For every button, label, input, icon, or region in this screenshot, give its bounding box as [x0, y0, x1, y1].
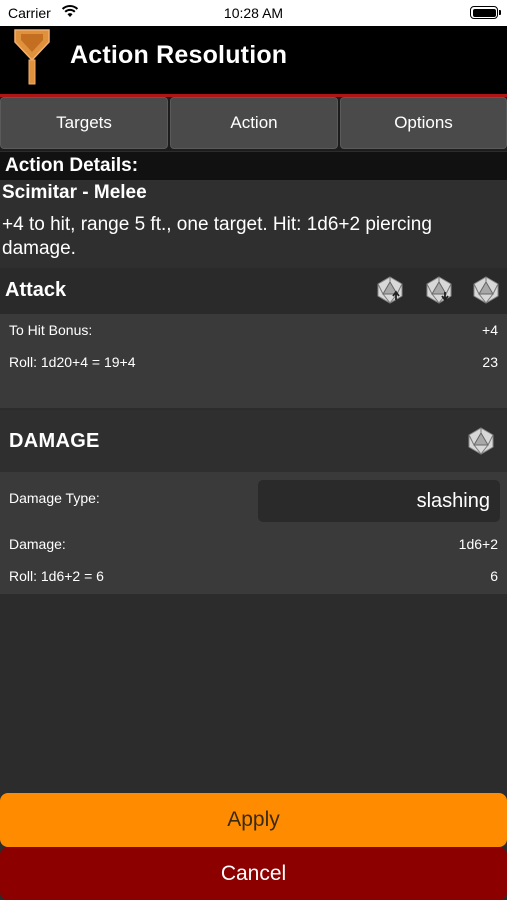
d20-icon[interactable] [472, 276, 500, 304]
action-details-caption: Action Details: [0, 152, 507, 180]
damage-title: DAMAGE [9, 430, 100, 452]
damage-formula-label: Damage: [9, 536, 66, 552]
damage-formula-row: Damage: 1d6+2 [0, 532, 507, 558]
tab-bar: Targets Action Options [0, 97, 507, 151]
tab-targets[interactable]: Targets [0, 97, 168, 149]
battery-icon [470, 6, 501, 19]
damage-roll-row: Roll: 1d6+2 = 6 6 [0, 564, 507, 590]
status-bar: Carrier 10:28 AM [0, 0, 507, 26]
shield-logo-icon [14, 29, 50, 85]
d20-disadvantage-icon[interactable] [425, 276, 453, 304]
damage-formula-value: 1d6+2 [458, 536, 498, 552]
to-hit-label: To Hit Bonus: [9, 322, 93, 338]
tab-action[interactable]: Action [170, 97, 338, 149]
damage-roll-total: 6 [490, 568, 498, 584]
attack-title: Attack [5, 279, 67, 301]
to-hit-value: +4 [482, 322, 498, 338]
attack-roll-row: Roll: 1d20+4 = 19+4 23 [0, 350, 507, 376]
attack-roll-total: 23 [482, 354, 498, 370]
damage-type-field[interactable]: slashing [258, 480, 500, 522]
action-name: Scimitar - Melee [2, 182, 147, 203]
tab-options[interactable]: Options [340, 97, 507, 149]
action-details-panel: Scimitar - Melee +4 to hit, range 5 ft.,… [0, 180, 507, 268]
d20-advantage-icon[interactable] [376, 276, 404, 304]
damage-roll-label: Roll: 1d6+2 = 6 [9, 568, 104, 584]
nav-header: Action Resolution [0, 26, 507, 94]
attack-panel: To Hit Bonus: +4 Roll: 1d20+4 = 19+4 23 [0, 314, 507, 408]
attack-roll-label: Roll: 1d20+4 = 19+4 [9, 354, 136, 370]
page-title: Action Resolution [70, 41, 288, 69]
attack-header: Attack [0, 268, 507, 314]
damage-type-label: Damage Type: [9, 490, 100, 506]
clock: 10:28 AM [223, 5, 284, 21]
d20-icon[interactable] [467, 427, 495, 455]
screen: Carrier 10:28 AM Action Resolution Targe… [0, 0, 507, 900]
cancel-button[interactable]: Cancel [0, 847, 507, 900]
apply-button[interactable]: Apply [0, 793, 507, 847]
action-description: +4 to hit, range 5 ft., one target. Hit:… [2, 214, 432, 259]
empty-content-area [0, 594, 507, 792]
damage-panel: Damage Type: slashing Damage: 1d6+2 Roll… [0, 472, 507, 594]
to-hit-row: To Hit Bonus: +4 [0, 318, 507, 344]
damage-header: DAMAGE [0, 410, 507, 472]
